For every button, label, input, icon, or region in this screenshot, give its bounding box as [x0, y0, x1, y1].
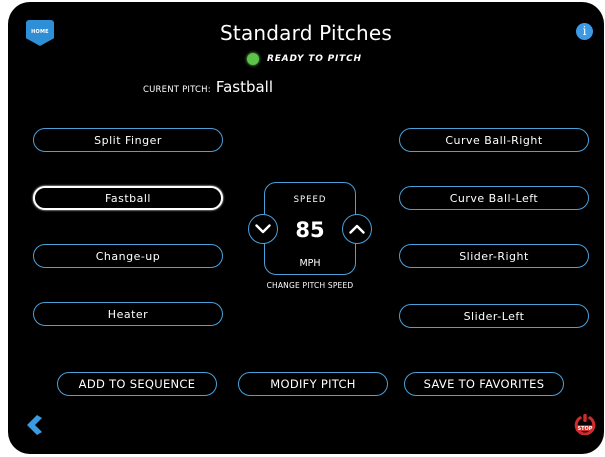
pitch-button-fastball[interactable]: Fastball: [33, 186, 223, 210]
chevron-down-icon: [255, 224, 271, 234]
pitch-button-split-finger[interactable]: Split Finger: [33, 128, 223, 152]
status-dot-icon: [247, 53, 259, 65]
change-speed-label: CHANGE PITCH SPEED: [266, 281, 354, 290]
add-to-sequence-button[interactable]: ADD TO SEQUENCE: [57, 372, 217, 396]
status-text: READY TO PITCH: [267, 54, 362, 64]
pitch-button-heater[interactable]: Heater: [33, 302, 223, 326]
speed-up-button[interactable]: [342, 214, 372, 244]
pitch-button-curve-ball-right[interactable]: Curve Ball-Right: [399, 128, 589, 152]
pitch-button-slider-left[interactable]: Slider-Left: [399, 304, 589, 328]
modify-pitch-button[interactable]: MODIFY PITCH: [238, 372, 388, 396]
speed-unit: MPH: [299, 258, 321, 269]
current-pitch-value: Fastball: [215, 78, 273, 96]
pitch-button-slider-right[interactable]: Slider-Right: [399, 244, 589, 268]
speed-down-button[interactable]: [248, 214, 278, 244]
info-icon[interactable]: i: [576, 23, 593, 40]
app-screen: HOME Standard Pitches i READY TO PITCH C…: [8, 2, 604, 454]
speed-label: SPEED: [293, 195, 327, 205]
stop-label: STOP: [578, 426, 593, 432]
back-chevron-icon[interactable]: [24, 414, 44, 436]
status-indicator: READY TO PITCH: [247, 53, 362, 65]
stop-power-icon[interactable]: STOP: [574, 413, 596, 435]
save-to-favorites-button[interactable]: SAVE TO FAVORITES: [404, 372, 564, 396]
current-pitch-label: CURENT PITCH:: [143, 85, 211, 95]
page-title: Standard Pitches: [220, 21, 392, 45]
pitch-button-change-up[interactable]: Change-up: [33, 244, 223, 268]
current-pitch: CURENT PITCH: Fastball: [143, 78, 273, 96]
pitch-button-curve-ball-left[interactable]: Curve Ball-Left: [399, 186, 589, 210]
chevron-up-icon: [349, 224, 365, 234]
